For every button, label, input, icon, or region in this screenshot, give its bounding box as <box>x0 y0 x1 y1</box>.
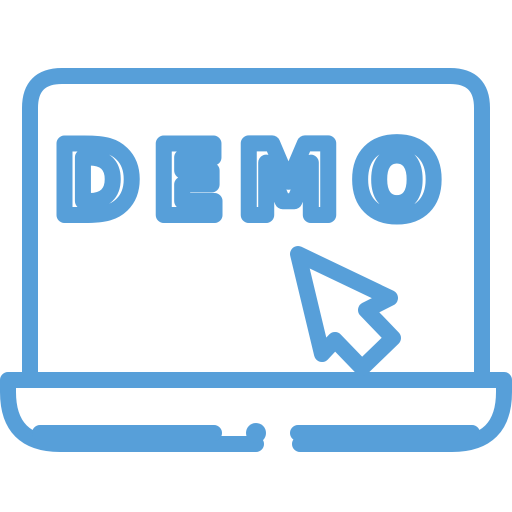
laptop-demo-graphic: DEMO <box>0 68 512 452</box>
laptop-demo-icon: DEMO <box>0 0 512 512</box>
arrow-cursor-icon <box>290 246 401 376</box>
trackpad-dot <box>246 423 266 443</box>
demo-label: DEMO <box>55 125 456 239</box>
